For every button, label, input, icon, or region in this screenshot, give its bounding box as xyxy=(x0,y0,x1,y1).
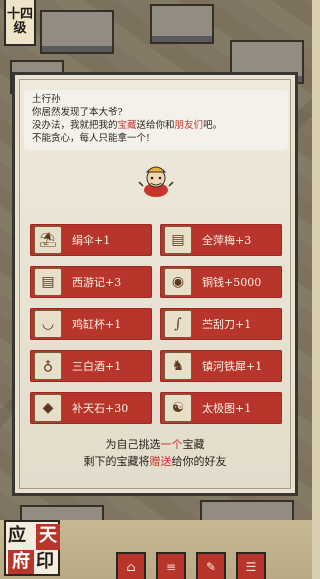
dialog-line-2: 没办法，我就把我的宝藏送给你和朋友们吧。 xyxy=(32,119,280,132)
treasure-item[interactable]: ∫ 苎刮刀+1 xyxy=(160,308,282,340)
treasure-item[interactable]: ☯ 太极图+1 xyxy=(160,392,282,424)
treasure-label: 铜钱+5000 xyxy=(202,276,262,289)
treasure-label: 全萍梅+3 xyxy=(202,234,252,247)
blade-icon: ∫ xyxy=(164,310,192,338)
seal-char: 天 xyxy=(36,524,60,550)
instruction-text-part: 剩下的宝藏将 xyxy=(83,455,150,468)
treasure-label: 鸡缸杯+1 xyxy=(72,318,122,331)
instruction-highlight: 一个 xyxy=(160,438,183,451)
treasure-item[interactable]: ◉ 铜钱+5000 xyxy=(160,266,282,298)
brush-icon: ✎ xyxy=(205,559,217,574)
dialog-text: 吧。 xyxy=(203,120,223,131)
instruction-line-2: 剩下的宝藏将赠送给你的好友 xyxy=(12,453,298,470)
stone-icon: ◆ xyxy=(34,394,62,422)
dialog-line-1: 你居然发现了本大爷? xyxy=(32,107,123,118)
seal-char: 应 xyxy=(8,525,26,546)
scroll-icon: ≡ xyxy=(165,559,177,574)
menu-tool-button[interactable]: ☰ xyxy=(236,552,266,579)
dialog-highlight: 朋友们 xyxy=(174,120,204,131)
treasure-label: 补天石+30 xyxy=(72,402,129,415)
seal-char: 印 xyxy=(36,551,54,572)
treasure-item[interactable]: ♞ 镇河铁犀+1 xyxy=(160,350,282,382)
treasure-item[interactable]: ◆ 补天石+30 xyxy=(30,392,152,424)
build-tool-button[interactable]: ⌂ xyxy=(116,552,146,579)
treasure-label: 苎刮刀+1 xyxy=(202,318,252,331)
dialog-highlight: 宝藏 xyxy=(117,120,137,131)
iron-rhino-icon: ♞ xyxy=(164,352,192,380)
instruction-text-part: 给你的好友 xyxy=(171,455,227,468)
tuxingsun-npc-avatar xyxy=(138,166,174,197)
treasure-item[interactable]: ◡ 鸡缸杯+1 xyxy=(30,308,152,340)
scroll-tool-button[interactable]: ≡ xyxy=(156,552,186,579)
treasure-label: 太极图+1 xyxy=(202,402,252,415)
treasure-item[interactable]: ▤ 全萍梅+3 xyxy=(160,224,282,256)
coin-icon: ◉ xyxy=(164,268,192,296)
taiji-scroll-icon: ☯ xyxy=(164,394,192,422)
instruction-highlight: 赠送 xyxy=(149,455,172,468)
brush-tool-button[interactable]: ✎ xyxy=(196,552,226,579)
treasure-label: 三白酒+1 xyxy=(72,360,122,373)
speaker-name: 土行孙 xyxy=(32,94,61,105)
menu-icon: ☰ xyxy=(245,559,257,574)
level-badge: 十四 级 xyxy=(4,0,36,46)
yingtianfu-seal-button[interactable]: 应 天 府 印 xyxy=(4,520,60,576)
book-icon: ▤ xyxy=(164,226,192,254)
cup-icon: ◡ xyxy=(34,310,62,338)
treasure-item[interactable]: ▤ 西游记+3 xyxy=(30,266,152,298)
instruction-text-part: 为自己挑选 xyxy=(105,438,161,451)
level-badge-number: 十四 xyxy=(6,7,33,22)
dialog-line-3: 不能贪心，每人只能拿一个! xyxy=(32,133,150,144)
wine-gourd-icon: ♁ xyxy=(34,352,62,380)
umbrella-icon: ⛱ xyxy=(34,226,62,254)
instruction-line-1: 为自己挑选一个宝藏 xyxy=(12,436,298,453)
treasure-label: 镇河铁犀+1 xyxy=(202,360,263,373)
level-badge-unit: 级 xyxy=(13,21,27,36)
treasure-item[interactable]: ♁ 三白酒+1 xyxy=(30,350,152,382)
treasure-label: 西游记+3 xyxy=(72,276,122,289)
roof-icon: ⌂ xyxy=(126,559,136,574)
dialog-text: 没办法，我就把我的 xyxy=(32,120,118,131)
instruction-text-part: 宝藏 xyxy=(182,438,205,451)
dialog-text: 送给你和 xyxy=(136,120,175,131)
instruction-text: 为自己挑选一个宝藏 剩下的宝藏将赠送给你的好友 xyxy=(12,436,298,470)
treasure-label: 绢伞+1 xyxy=(72,234,111,247)
npc-speech-box: 土行孙 你居然发现了本大爷? 没办法，我就把我的宝藏送给你和朋友们吧。 不能贪心… xyxy=(24,90,288,150)
seal-char: 府 xyxy=(8,550,34,574)
treasure-item[interactable]: ⛱ 绢伞+1 xyxy=(30,224,152,256)
book-icon: ▤ xyxy=(34,268,62,296)
